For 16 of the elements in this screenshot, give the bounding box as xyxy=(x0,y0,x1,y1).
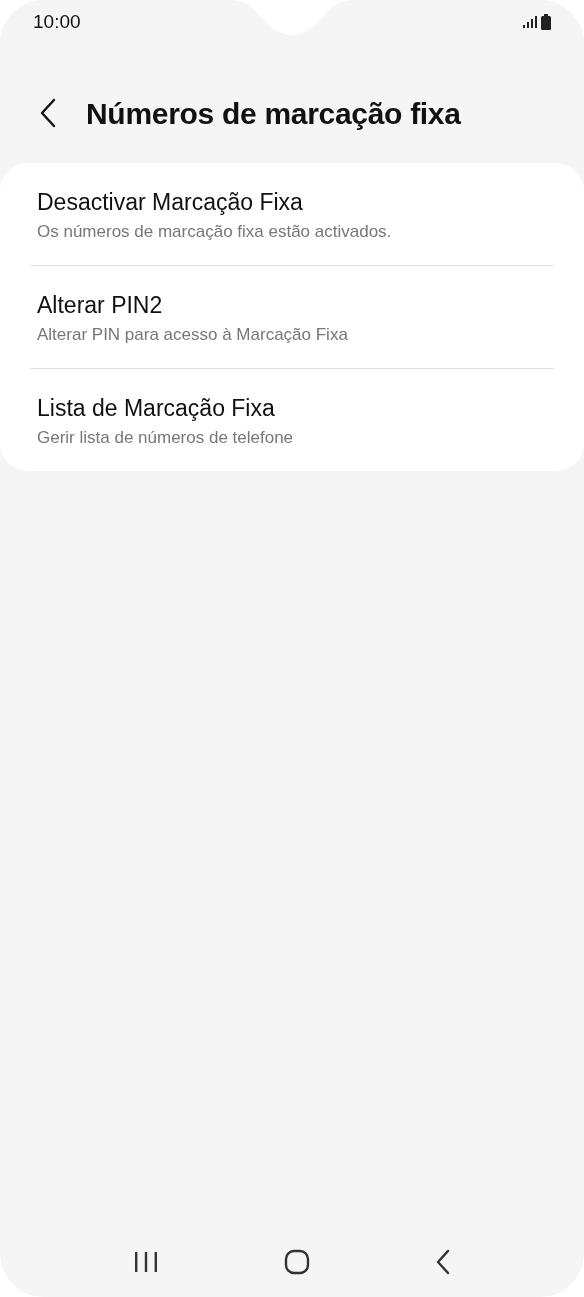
menu-item[interactable]: Lista de Marcação Fixa Gerir lista de números de telefone xyxy=(30,368,554,471)
status-time: 10:00 xyxy=(33,9,81,34)
battery-icon xyxy=(541,14,551,30)
item-title: Lista de Marcação Fixa xyxy=(37,394,276,423)
page-title: Números de marcação fixa xyxy=(86,95,461,132)
item-title: Desactivar Marcação Fixa xyxy=(37,188,304,217)
item-title: Alterar PIN2 xyxy=(37,291,164,320)
recent-apps-icon[interactable] xyxy=(132,1251,159,1273)
item-subtitle: Alterar PIN para acesso à Marcação Fixa xyxy=(37,324,349,346)
signal-icon xyxy=(523,16,537,28)
home-icon[interactable] xyxy=(284,1249,310,1275)
item-subtitle: Gerir lista de números de telefone xyxy=(37,427,295,449)
menu-item[interactable]: Desactivar Marcação Fixa Os números de marcação fixa estão activados. xyxy=(30,163,554,265)
item-subtitle: Os números de marcação fixa estão activados. xyxy=(37,221,393,243)
back-nav-icon[interactable] xyxy=(435,1249,452,1275)
menu-item[interactable]: Alterar PIN2 Alterar PIN para acesso à Marcação Fixa xyxy=(30,265,554,368)
